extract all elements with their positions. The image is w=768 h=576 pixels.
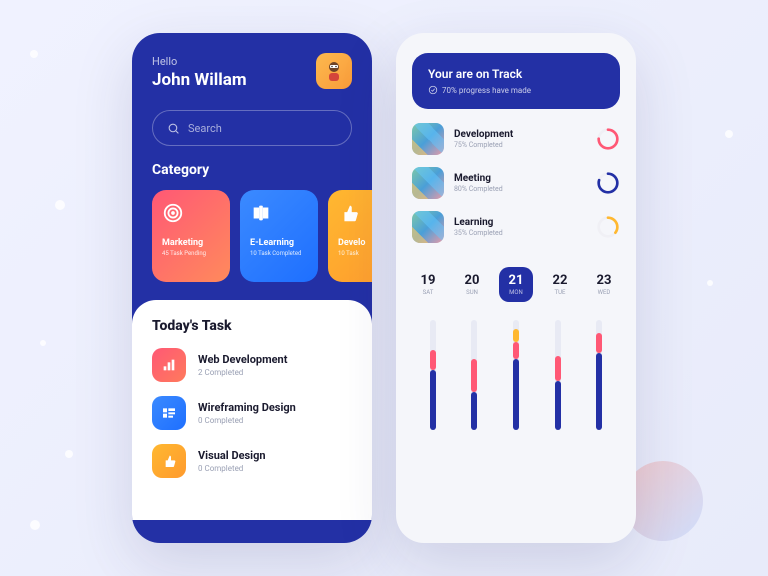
tasks-panel: Today's Task Web Development2 Completed …	[132, 300, 372, 520]
date-day: WED	[591, 289, 617, 296]
category-card-develop[interactable]: Develo 10 Task	[328, 190, 372, 282]
bar-col-20	[471, 320, 477, 430]
track-title: Your are on Track	[428, 67, 604, 81]
card-title: Marketing	[162, 238, 220, 248]
progress-item[interactable]: Development75% Completed	[412, 123, 620, 155]
bar-seg	[596, 333, 602, 353]
progress-item[interactable]: Learning35% Completed	[412, 211, 620, 243]
abstract-icon	[412, 167, 444, 199]
bar-seg	[513, 329, 519, 342]
track-sub: 70% progress have made	[428, 85, 604, 95]
prog-name: Development	[454, 129, 513, 140]
task-name: Wireframing Design	[198, 401, 296, 414]
bar-col-23	[596, 320, 602, 430]
date-day: MON	[503, 289, 529, 296]
bar-col-21	[513, 320, 519, 430]
date-19[interactable]: 19SAT	[411, 267, 445, 302]
date-day: TUE	[547, 289, 573, 296]
check-circle-icon	[428, 85, 438, 95]
date-num: 19	[415, 273, 441, 288]
track-sub-text: 70% progress have made	[442, 86, 531, 95]
task-item[interactable]: Visual Design 0 Completed	[152, 444, 352, 478]
avatar[interactable]	[316, 53, 352, 89]
card-sub: 10 Task Completed	[250, 250, 308, 257]
progress-ring	[596, 215, 620, 239]
date-20[interactable]: 20SUN	[455, 267, 489, 302]
avatar-face-icon	[322, 59, 346, 83]
date-22[interactable]: 22TUE	[543, 267, 577, 302]
card-sub: 45 Task Pending	[162, 250, 220, 257]
prog-sub: 75% Completed	[454, 141, 513, 149]
track-banner: Your are on Track 70% progress have made	[412, 53, 620, 109]
bar-seg	[513, 359, 519, 431]
date-day: SUN	[459, 289, 485, 296]
prog-name: Learning	[454, 217, 503, 228]
bar-seg	[430, 370, 436, 431]
phone-analytics: Your are on Track 70% progress have made…	[396, 33, 636, 543]
prog-sub: 80% Completed	[454, 185, 503, 193]
task-sub: 0 Completed	[198, 464, 266, 473]
header: Hello John Willam	[132, 33, 372, 104]
category-card-elearning[interactable]: E-Learning 10 Task Completed	[240, 190, 318, 282]
task-item[interactable]: Wireframing Design 0 Completed	[152, 396, 352, 430]
task-name: Web Development	[198, 353, 287, 366]
bar-seg	[471, 359, 477, 392]
tasks-title: Today's Task	[152, 318, 352, 334]
date-num: 20	[459, 273, 485, 288]
wireframe-icon	[152, 396, 186, 430]
date-day: SAT	[415, 289, 441, 296]
bar-seg	[555, 381, 561, 431]
bar-seg	[471, 392, 477, 431]
bar-col-19	[430, 320, 436, 430]
bar-seg	[513, 342, 519, 359]
search-icon	[167, 122, 180, 135]
bar-seg	[596, 353, 602, 430]
bar-chart	[396, 310, 636, 450]
bar-seg	[430, 350, 436, 370]
task-name: Visual Design	[198, 449, 266, 462]
date-picker: 19SAT 20SUN 21MON 22TUE 23WED	[396, 255, 636, 310]
category-cards: Marketing 45 Task Pending E-Learning 10 …	[132, 190, 372, 282]
task-sub: 2 Completed	[198, 368, 287, 377]
progress-item[interactable]: Meeting80% Completed	[412, 167, 620, 199]
date-21[interactable]: 21MON	[499, 267, 533, 302]
card-title: Develo	[338, 238, 372, 248]
category-card-marketing[interactable]: Marketing 45 Task Pending	[152, 190, 230, 282]
chart-bar-icon	[152, 348, 186, 382]
task-sub: 0 Completed	[198, 416, 296, 425]
target-icon	[162, 202, 184, 224]
card-title: E-Learning	[250, 238, 308, 248]
phone-home: Hello John Willam Search Category Market…	[132, 33, 372, 543]
date-23[interactable]: 23WED	[587, 267, 621, 302]
progress-ring	[596, 127, 620, 151]
card-sub: 10 Task	[338, 250, 372, 257]
abstract-icon	[412, 211, 444, 243]
progress-list: Development75% Completed Meeting80% Comp…	[396, 123, 636, 243]
date-num: 21	[503, 273, 529, 288]
search-input[interactable]: Search	[152, 110, 352, 146]
prog-name: Meeting	[454, 173, 503, 184]
abstract-icon	[412, 123, 444, 155]
thumbs-up-icon	[152, 444, 186, 478]
thumbs-up-icon	[338, 202, 360, 224]
bar-seg	[555, 356, 561, 380]
date-num: 22	[547, 273, 573, 288]
prog-sub: 35% Completed	[454, 229, 503, 237]
task-item[interactable]: Web Development 2 Completed	[152, 348, 352, 382]
book-icon	[250, 202, 272, 224]
bar-col-22	[555, 320, 561, 430]
progress-ring	[596, 171, 620, 195]
date-num: 23	[591, 273, 617, 288]
category-title: Category	[132, 162, 372, 190]
search-placeholder: Search	[188, 122, 222, 135]
